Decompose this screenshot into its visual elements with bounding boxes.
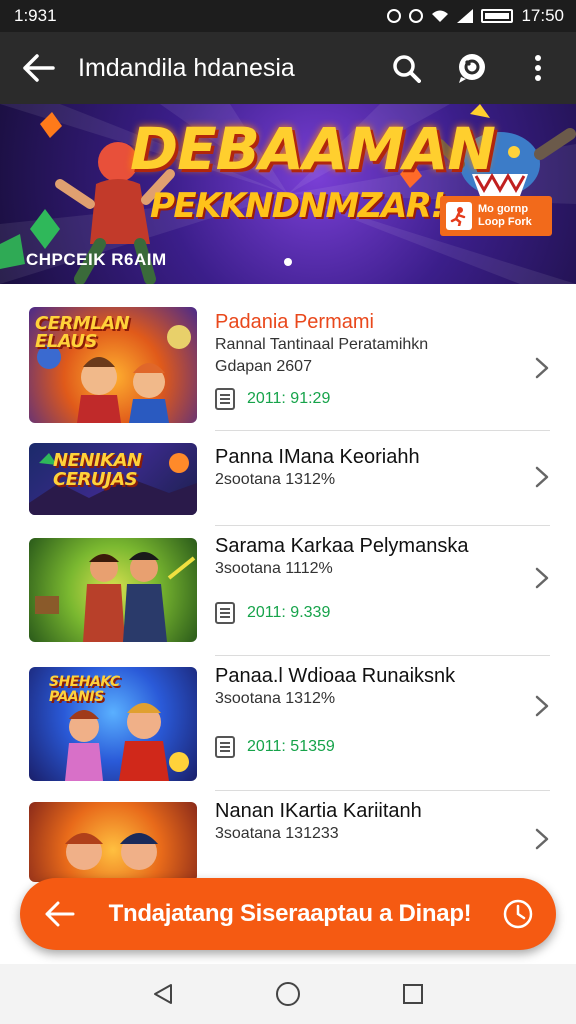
dnd-icon <box>387 9 402 23</box>
chevron-right-icon <box>535 466 549 488</box>
square-recents-icon <box>403 984 424 1004</box>
game-thumbnail: CERMLAN ELAUS <box>29 307 197 423</box>
game-thumbnail: SHEHAKC PAANIS <box>29 667 197 781</box>
thumbnail-label: SHEHAKC PAANIS <box>49 674 120 705</box>
item-meta: 2011: 91:29 <box>247 390 331 407</box>
banner-cta-button[interactable]: Mo gornp Loop Fork <box>440 196 552 236</box>
banner-subtitle: PEKKNDNMZAR! <box>150 186 446 226</box>
chevron-right-icon <box>535 828 549 850</box>
search-button[interactable] <box>388 50 424 86</box>
chevron-right-icon <box>535 695 549 717</box>
search-icon <box>393 55 421 83</box>
item-title: Nanan IKartia Kariitanh <box>215 800 422 822</box>
arrow-left-icon <box>45 901 75 927</box>
chat-icon <box>459 54 485 83</box>
item-title: Panna IMana Keoriahh <box>215 446 420 468</box>
battery-icon <box>481 9 514 23</box>
chevron-right-icon <box>535 567 549 589</box>
item-subtitle: 3soatana 131233 <box>215 825 339 842</box>
item-subtitle: Rannal Tantinaal Peratamihkn <box>215 336 429 353</box>
document-icon <box>215 602 235 624</box>
item-title: Padania Permami <box>215 311 374 333</box>
data-saver-icon <box>409 9 424 23</box>
item-meta: 2011: 51359 <box>247 738 335 755</box>
list-item[interactable]: Nanan IKartia Kariitanh 3soatana 131233 <box>0 791 576 891</box>
page-title: Imdandila hdanesia <box>78 53 295 82</box>
item-title: Panaa.l Wdioaa Runaiksnk <box>215 665 456 687</box>
document-icon <box>215 736 235 758</box>
back-button[interactable] <box>0 32 78 104</box>
game-thumbnail <box>29 538 197 642</box>
item-subtitle: 3sootana 1112% <box>215 560 333 577</box>
list-item[interactable]: Sarama Karkaa Pelymanska 3sootana 1112% … <box>0 526 576 656</box>
document-icon <box>215 388 235 410</box>
game-thumbnail <box>29 802 197 882</box>
more-options-button[interactable] <box>520 50 556 86</box>
list-item[interactable]: NENIKAN CERUJAS Panna IMana Keoriahh 2so… <box>0 431 576 526</box>
more-vert-icon <box>535 55 541 81</box>
nav-home-button[interactable] <box>268 974 308 1014</box>
circle-home-icon <box>275 982 300 1006</box>
banner-caption: CHPCEIK R6AIM <box>26 250 167 269</box>
clock-icon <box>503 899 533 929</box>
status-time-right: 17:50 <box>521 6 564 25</box>
item-subtitle-2: Gdapan 2607 <box>215 358 312 375</box>
item-meta: 2011: 9.339 <box>247 604 331 621</box>
signal-icon <box>457 9 474 23</box>
carousel-indicator[interactable] <box>283 254 293 272</box>
status-bar: 1:931 17:50 <box>0 0 576 32</box>
item-subtitle: 2sootana 1312% <box>215 471 336 488</box>
game-thumbnail: NENIKAN CERUJAS <box>29 443 197 515</box>
fab-clock-button[interactable] <box>480 898 556 930</box>
item-title: Sarama Karkaa Pelymanska <box>215 535 469 557</box>
fab-label: Tndajatang Siseraaptau a Dinap! <box>108 900 472 927</box>
banner-cta-label: Mo gornp Loop Fork <box>478 203 532 228</box>
status-icons: 17:50 <box>387 6 564 26</box>
app-bar: Imdandila hdanesia <box>0 32 576 104</box>
wifi-icon <box>432 10 449 22</box>
runner-icon <box>446 202 472 230</box>
banner-title: DEBAAMAN <box>130 115 496 183</box>
arrow-left-icon <box>23 54 55 82</box>
chevron-right-icon <box>535 357 549 379</box>
triangle-back-icon <box>153 984 172 1004</box>
floating-action-bar[interactable]: Tndajatang Siseraaptau a Dinap! <box>20 878 556 950</box>
nav-back-button[interactable] <box>143 974 183 1014</box>
chat-button[interactable] <box>454 50 490 86</box>
list-item[interactable]: CERMLAN ELAUS Padania Permami Rannal Tan… <box>0 288 576 431</box>
thumbnail-label: NENIKAN CERUJAS <box>53 450 142 490</box>
status-time-left: 1:931 <box>14 6 57 25</box>
nav-recents-button[interactable] <box>393 974 433 1014</box>
fab-back-button[interactable] <box>20 901 100 927</box>
system-nav-bar <box>0 964 576 1024</box>
thumbnail-label: CERMLAN ELAUS <box>35 313 130 352</box>
list-item[interactable]: SHEHAKC PAANIS Panaa.l Wdioaa Runaiksnk … <box>0 656 576 791</box>
item-subtitle: 3sootana 1312% <box>215 690 336 707</box>
